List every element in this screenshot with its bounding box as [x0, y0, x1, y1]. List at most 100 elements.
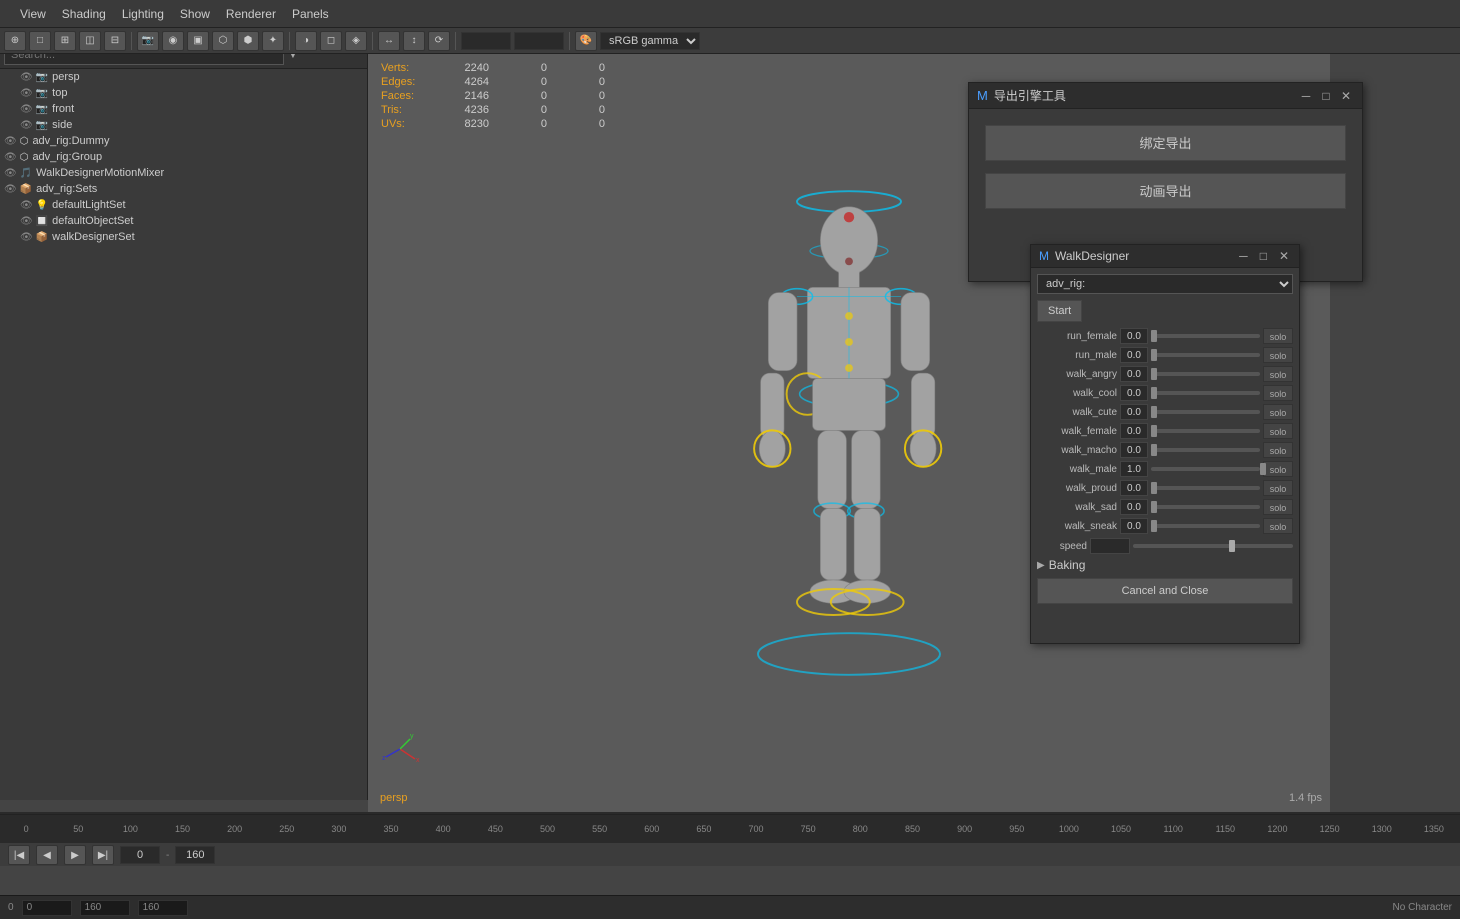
wd-solo-btn-10[interactable]: solo — [1263, 518, 1293, 534]
wd-slider-val-3[interactable] — [1120, 385, 1148, 401]
wd-slider-val-10[interactable] — [1120, 518, 1148, 534]
wd-slider-track-5[interactable] — [1151, 429, 1260, 433]
status-frame-input3[interactable] — [138, 900, 188, 916]
wd-slider-val-6[interactable] — [1120, 442, 1148, 458]
wd-slider-track-6[interactable] — [1151, 448, 1260, 452]
walkdesigner-titlebar[interactable]: M WalkDesigner ─ □ ✕ — [1031, 245, 1299, 268]
outliner-item[interactable]: 👁⬡adv_rig:Group — [0, 149, 367, 165]
wd-baking-row[interactable]: ▶ Baking — [1037, 558, 1293, 572]
outliner-item[interactable]: 👁⬡adv_rig:Dummy — [0, 133, 367, 149]
wd-slider-val-8[interactable] — [1120, 480, 1148, 496]
wd-slider-val-7[interactable] — [1120, 461, 1148, 477]
export-minimize-btn[interactable]: ─ — [1298, 88, 1314, 104]
toolbar-btn-1[interactable]: ⊕ — [4, 31, 26, 51]
timeline-next-btn[interactable]: ▶| — [92, 845, 114, 865]
animation-export-button[interactable]: 动画导出 — [985, 173, 1346, 209]
wd-start-button[interactable]: Start — [1037, 300, 1082, 322]
status-frame-input2[interactable] — [80, 900, 130, 916]
timeline-prev-btn[interactable]: |◀ — [8, 845, 30, 865]
outliner-item[interactable]: 👁💡defaultLightSet — [0, 197, 367, 213]
toolbar-btn-7[interactable]: ▣ — [187, 31, 209, 51]
toolbar-colormode-icon[interactable]: 🎨 — [575, 31, 597, 51]
wd-speed-input[interactable]: 1.00 — [1090, 538, 1130, 554]
wd-slider-track-9[interactable] — [1151, 505, 1260, 509]
wd-solo-btn-5[interactable]: solo — [1263, 423, 1293, 439]
toolbar-btn-9[interactable]: ⬢ — [237, 31, 259, 51]
wd-solo-btn-7[interactable]: solo — [1263, 461, 1293, 477]
wd-speed-slider[interactable] — [1133, 544, 1293, 548]
wd-solo-btn-0[interactable]: solo — [1263, 328, 1293, 344]
wd-solo-btn-6[interactable]: solo — [1263, 442, 1293, 458]
walkdesigner-minimize-btn[interactable]: ─ — [1237, 249, 1250, 263]
viewport-menu-panels[interactable]: Panels — [284, 5, 337, 23]
wd-slider-val-4[interactable] — [1120, 404, 1148, 420]
export-maximize-btn[interactable]: □ — [1318, 88, 1334, 104]
wd-solo-btn-1[interactable]: solo — [1263, 347, 1293, 363]
toolbar-btn-5[interactable]: ⊟ — [104, 31, 126, 51]
wd-slider-track-1[interactable] — [1151, 353, 1260, 357]
toolbar-btn-12[interactable]: ↕ — [403, 31, 425, 51]
viewport-menu-lighting[interactable]: Lighting — [114, 5, 172, 23]
wd-cancel-close-button[interactable]: Cancel and Close — [1037, 578, 1293, 604]
wd-slider-val-9[interactable] — [1120, 499, 1148, 515]
outliner-item[interactable]: 👁📦walkDesignerSet — [0, 229, 367, 245]
toolbar-btn-8[interactable]: ⬡ — [212, 31, 234, 51]
wd-slider-track-7[interactable] — [1151, 467, 1260, 471]
toolbar-btn-13[interactable]: ⟳ — [428, 31, 450, 51]
toolbar-btn-6[interactable]: ◉ — [162, 31, 184, 51]
bind-export-button[interactable]: 绑定导出 — [985, 125, 1346, 161]
outliner-type-icon: ⬡ — [20, 152, 29, 163]
wd-slider-track-3[interactable] — [1151, 391, 1260, 395]
outliner-item[interactable]: 👁🔲defaultObjectSet — [0, 213, 367, 229]
outliner-eye-icon: 👁 — [4, 168, 17, 179]
wd-slider-track-0[interactable] — [1151, 334, 1260, 338]
walkdesigner-close-btn[interactable]: ✕ — [1277, 249, 1291, 263]
wd-solo-btn-4[interactable]: solo — [1263, 404, 1293, 420]
status-frame-input1[interactable] — [22, 900, 72, 916]
wd-slider-val-5[interactable] — [1120, 423, 1148, 439]
toolbar-num1[interactable]: 0.00 — [461, 32, 511, 50]
wd-slider-track-4[interactable] — [1151, 410, 1260, 414]
export-close-btn[interactable]: ✕ — [1338, 88, 1354, 104]
toolbar-btn-4[interactable]: ◫ — [79, 31, 101, 51]
viewport-menu-show[interactable]: Show — [172, 5, 218, 23]
toolbar-num2[interactable]: 1.00 — [514, 32, 564, 50]
outliner-item[interactable]: 👁📦adv_rig:Sets — [0, 181, 367, 197]
wd-slider-val-2[interactable] — [1120, 366, 1148, 382]
wd-solo-btn-9[interactable]: solo — [1263, 499, 1293, 515]
toolbar-btn-wire[interactable]: ◻ — [320, 31, 342, 51]
wd-solo-btn-8[interactable]: solo — [1263, 480, 1293, 496]
viewport-menu-renderer[interactable]: Renderer — [218, 5, 284, 23]
toolbar-colormode-select[interactable]: sRGB gamma — [600, 32, 700, 50]
export-window-titlebar[interactable]: M 导出引擎工具 ─ □ ✕ — [969, 83, 1362, 109]
wd-solo-btn-2[interactable]: solo — [1263, 366, 1293, 382]
wd-solo-btn-3[interactable]: solo — [1263, 385, 1293, 401]
outliner-item[interactable]: 👁📷top — [0, 85, 367, 101]
outliner-item[interactable]: 👁📷front — [0, 101, 367, 117]
timeline-play-back-btn[interactable]: ◀ — [36, 845, 58, 865]
toolbar-btn-smooth[interactable]: ◈ — [345, 31, 367, 51]
outliner-eye-icon: 👁 — [20, 120, 33, 131]
wd-slider-track-10[interactable] — [1151, 524, 1260, 528]
wd-slider-val-1[interactable] — [1120, 347, 1148, 363]
viewport-menu-view[interactable]: View — [12, 5, 54, 23]
toolbar-btn-camera[interactable]: 📷 — [137, 31, 159, 51]
wd-slider-row: walk_proud solo — [1037, 480, 1293, 496]
toolbar-btn-10[interactable]: ✦ — [262, 31, 284, 51]
wd-slider-val-0[interactable] — [1120, 328, 1148, 344]
wd-slider-track-8[interactable] — [1151, 486, 1260, 490]
outliner-item[interactable]: 👁📷side — [0, 117, 367, 133]
wd-rig-select[interactable]: adv_rig: — [1037, 274, 1293, 294]
timeline-play-btn[interactable]: ▶ — [64, 845, 86, 865]
timeline-frame-input[interactable] — [120, 846, 160, 864]
toolbar-btn-11[interactable]: ↔ — [378, 31, 400, 51]
viewport-menu-shading[interactable]: Shading — [54, 5, 114, 23]
outliner-item[interactable]: 👁🎵WalkDesignerMotionMixer — [0, 165, 367, 181]
toolbar-btn-3[interactable]: ⊞ — [54, 31, 76, 51]
timeline-end-frame-input[interactable] — [175, 846, 215, 864]
toolbar-btn-2[interactable]: □ — [29, 31, 51, 51]
toolbar-btn-shading[interactable]: ◑ — [295, 31, 317, 51]
walkdesigner-maximize-btn[interactable]: □ — [1258, 249, 1269, 263]
wd-slider-track-2[interactable] — [1151, 372, 1260, 376]
outliner-item[interactable]: 👁📷persp — [0, 69, 367, 85]
